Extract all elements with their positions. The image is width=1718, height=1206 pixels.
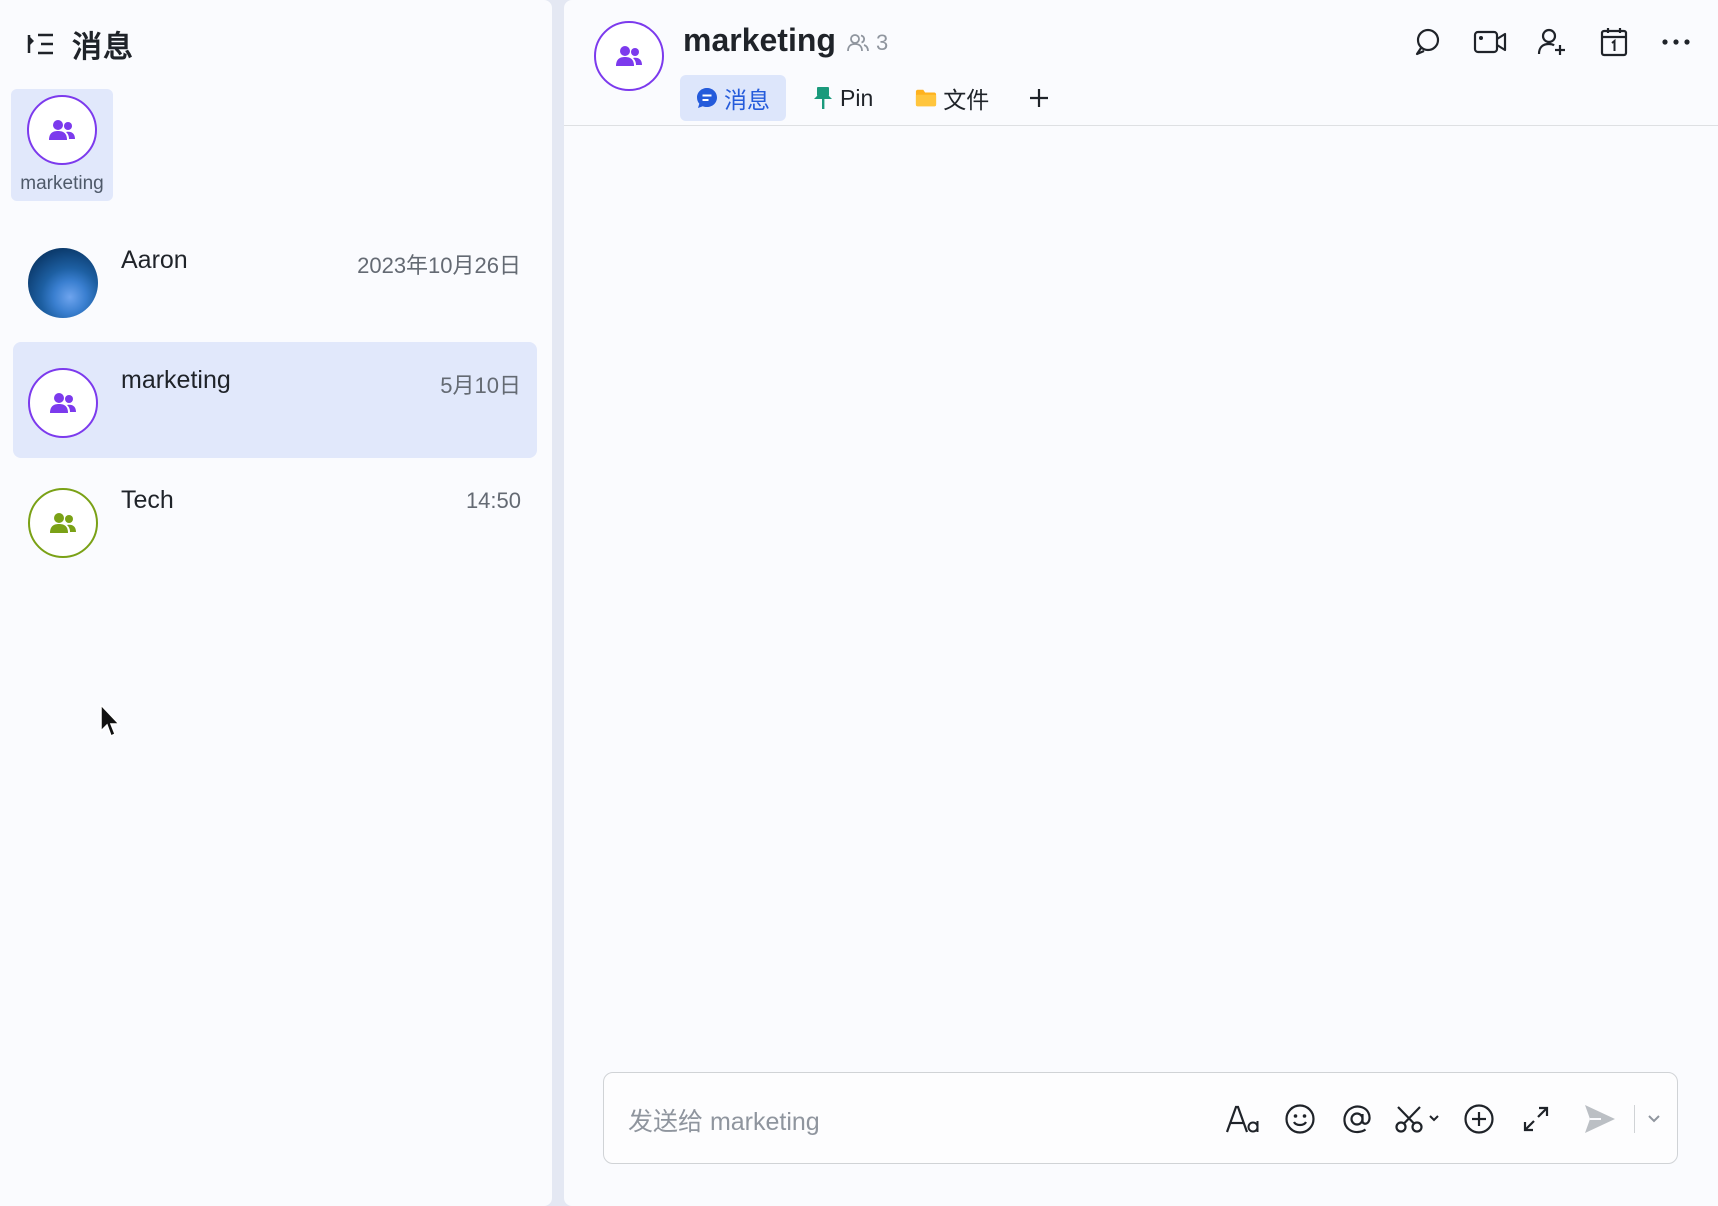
chat-name: marketing [121, 366, 231, 394]
calendar-icon[interactable] [1596, 24, 1632, 60]
group-icon [49, 120, 75, 140]
plus-icon [1030, 89, 1049, 107]
message-composer[interactable]: 发送给 marketing [603, 1072, 1678, 1164]
group-avatar [28, 368, 98, 438]
pin-icon [812, 87, 834, 109]
pinned-chat-label: marketing [20, 173, 104, 194]
member-count-value: 3 [876, 30, 889, 55]
tab-label: Pin [840, 84, 874, 111]
chat-panel: marketing 3 消息 Pin 文件 发送给 marketing [564, 0, 1718, 1206]
emoji-icon[interactable] [1280, 1099, 1320, 1139]
video-call-icon[interactable] [1472, 24, 1508, 60]
chat-name: Tech [121, 486, 174, 514]
collapse-sidebar-icon[interactable] [26, 29, 56, 59]
mention-icon[interactable] [1337, 1099, 1377, 1139]
more-icon[interactable] [1658, 24, 1694, 60]
composer-placeholder[interactable]: 发送给 marketing [628, 1102, 820, 1138]
expand-icon[interactable] [1516, 1099, 1556, 1139]
chevron-down-icon[interactable] [1641, 1099, 1667, 1139]
app-window: 消息 marketing Aaron 2023年10月26日 marketing… [0, 0, 1718, 1206]
add-circle-icon[interactable] [1459, 1099, 1499, 1139]
tab-files[interactable]: 文件 [899, 75, 1005, 121]
chat-header: marketing 3 消息 Pin 文件 [564, 0, 1718, 126]
tab-pin[interactable]: Pin [796, 75, 889, 121]
chat-list: Aaron 2023年10月26日 marketing 5月10日 Tech 1… [13, 222, 537, 582]
group-icon [50, 393, 76, 413]
header-actions [1384, 24, 1694, 60]
sidebar: 消息 marketing Aaron 2023年10月26日 marketing… [0, 0, 552, 1206]
composer-toolbar [1206, 1073, 1667, 1165]
sidebar-header: 消息 [26, 24, 134, 64]
send-icon[interactable] [1580, 1099, 1620, 1139]
chat-time: 14:50 [465, 488, 521, 513]
group-avatar [27, 95, 97, 165]
chat-time: 2023年10月26日 [357, 253, 521, 278]
group-icon [616, 46, 642, 66]
member-count[interactable]: 3 [846, 30, 888, 56]
composer-divider [1634, 1105, 1635, 1133]
chat-item-aaron[interactable]: Aaron 2023年10月26日 [13, 222, 537, 338]
tab-messages[interactable]: 消息 [680, 75, 786, 121]
group-icon [50, 513, 76, 533]
add-member-icon[interactable] [1534, 24, 1570, 60]
search-icon[interactable] [1410, 24, 1446, 60]
chat-item-tech[interactable]: Tech 14:50 [13, 462, 537, 578]
screenshot-icon[interactable] [1394, 1099, 1442, 1139]
message-area[interactable] [564, 127, 1718, 1067]
user-avatar [28, 248, 98, 318]
group-avatar [28, 488, 98, 558]
chat-header-avatar[interactable] [594, 21, 664, 91]
tab-label: 文件 [943, 87, 990, 113]
text-format-icon[interactable] [1223, 1099, 1263, 1139]
chat-time: 5月10日 [440, 373, 521, 398]
tab-label: 消息 [724, 87, 770, 113]
chat-tabs: 消息 Pin 文件 [680, 75, 1057, 121]
pinned-chat-marketing[interactable]: marketing [11, 89, 113, 201]
chat-bubble-icon [696, 87, 718, 109]
sidebar-title: 消息 [72, 31, 134, 64]
chat-title[interactable]: marketing [683, 22, 836, 59]
members-icon [847, 34, 869, 52]
folder-icon [915, 87, 937, 109]
chat-name: Aaron [121, 246, 188, 274]
mouse-cursor-icon [100, 703, 121, 738]
add-tab-button[interactable] [1021, 75, 1057, 121]
chat-item-marketing[interactable]: marketing 5月10日 [13, 342, 537, 458]
